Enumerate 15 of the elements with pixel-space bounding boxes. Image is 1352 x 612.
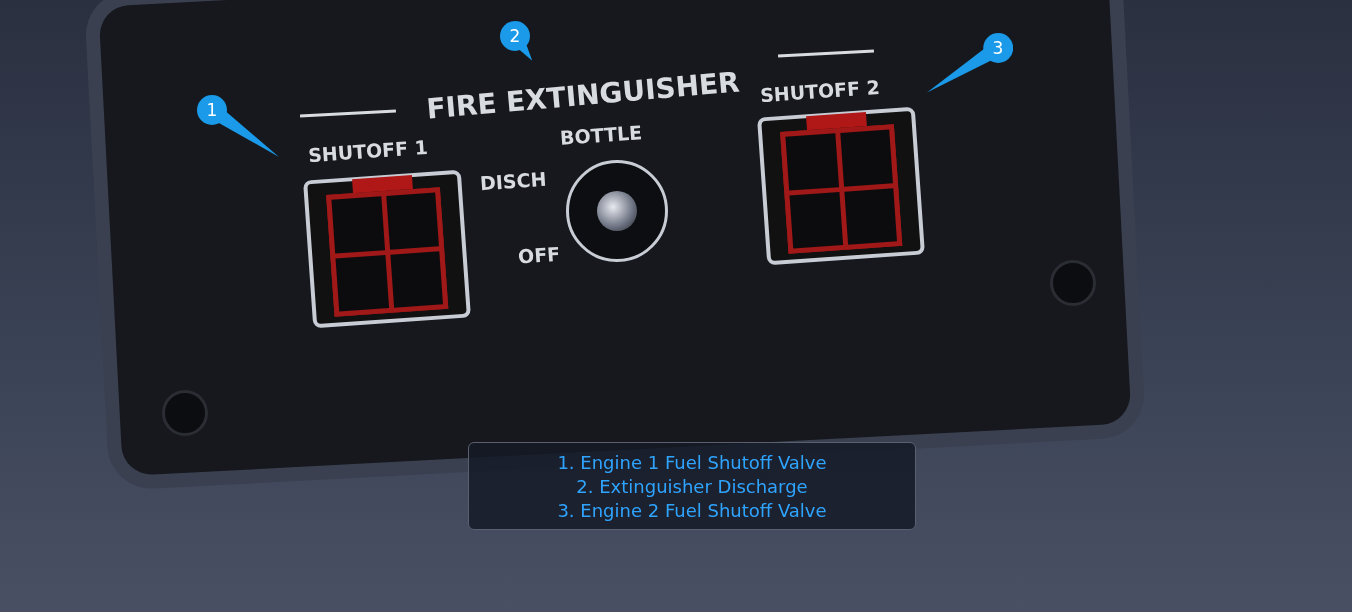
legend-item: 2. Extinguisher Discharge <box>576 475 808 497</box>
callout-number: 1 <box>205 99 219 121</box>
callout-pin-icon <box>500 21 533 61</box>
panel-title: FIRE EXTINGUISHER <box>425 68 741 124</box>
switch-position-label: OFF <box>517 242 561 268</box>
legend-item: 3. Engine 2 Fuel Shutoff Valve <box>557 499 827 521</box>
callout-number: 3 <box>991 37 1005 59</box>
callout-pin-icon <box>197 95 280 158</box>
switch-label: BOTTLE <box>559 121 643 149</box>
switch-label: SHUTOFF 1 <box>307 135 429 167</box>
legend-item: 1. Engine 1 Fuel Shutoff Valve <box>557 451 827 473</box>
switch-label: SHUTOFF 2 <box>759 75 881 107</box>
callout-pin-icon <box>926 33 1013 93</box>
callout-number: 2 <box>508 25 522 47</box>
switch-position-label: DISCH <box>479 167 548 195</box>
